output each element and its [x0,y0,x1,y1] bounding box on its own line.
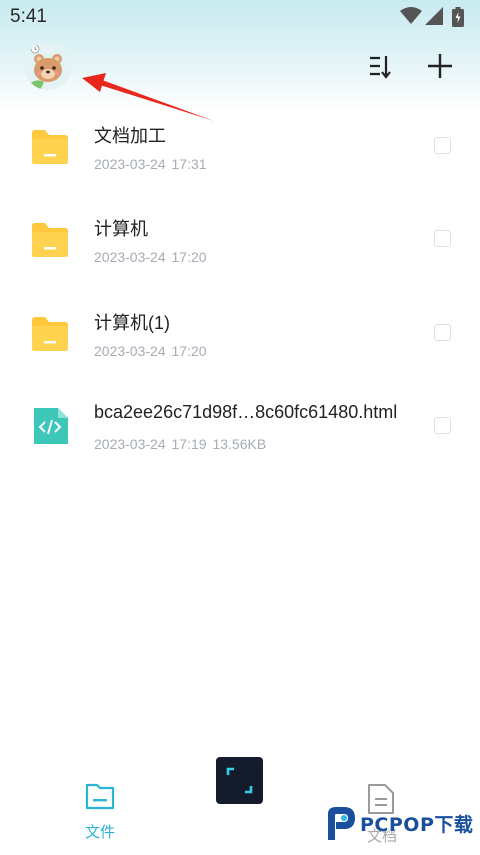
folder-icon [32,130,68,164]
status-time: 5:41 [10,6,47,27]
list-item[interactable]: 计算机 2023-03-24 17:20 [0,193,480,285]
add-button[interactable] [425,51,455,81]
file-checkbox[interactable] [434,230,451,247]
file-name: 计算机(1) [94,313,170,333]
watermark-brand: PCPOP下载 [360,814,474,836]
file-checkbox[interactable] [434,324,451,341]
file-meta: 2023-03-24 17:20 [94,249,207,265]
battery-icon [452,7,464,27]
file-checkbox[interactable] [434,417,451,434]
list-item[interactable]: bca2ee26c71d98f…8c60fc61480.html 2023-03… [0,380,480,472]
pcpop-logo-icon [328,807,355,840]
file-name: bca2ee26c71d98f…8c60fc61480.html [94,402,398,422]
file-meta: 2023-03-24 17:31 [94,156,207,172]
nav-files-tab[interactable]: 文件 [74,781,126,851]
folder-icon [32,317,68,351]
file-checkbox[interactable] [434,137,451,154]
list-item[interactable]: 文档加工 2023-03-24 17:31 [0,100,480,192]
file-name: 计算机 [94,219,148,239]
file-meta: 2023-03-24 17:19 13.56KB [94,436,267,452]
file-meta: 2023-03-24 17:20 [94,343,207,359]
watermark-logo: PCPOP下载 [322,800,474,844]
sort-button[interactable] [366,52,396,82]
plus-icon [428,54,452,78]
file-name: 文档加工 [94,126,166,146]
status-bar: 5:41 [0,0,480,34]
bear-avatar-icon [24,42,72,90]
wifi-icon [400,7,422,24]
folder-tab-icon [85,783,115,810]
nav-files-label: 文件 [84,824,115,841]
scan-button[interactable] [216,757,263,804]
html-file-icon [34,408,68,444]
list-item[interactable]: 计算机(1) 2023-03-24 17:20 [0,287,480,379]
signal-icon [425,7,443,25]
folder-icon [32,223,68,257]
scan-icon [226,767,253,794]
avatar[interactable] [24,42,72,90]
sort-icon [370,56,391,79]
